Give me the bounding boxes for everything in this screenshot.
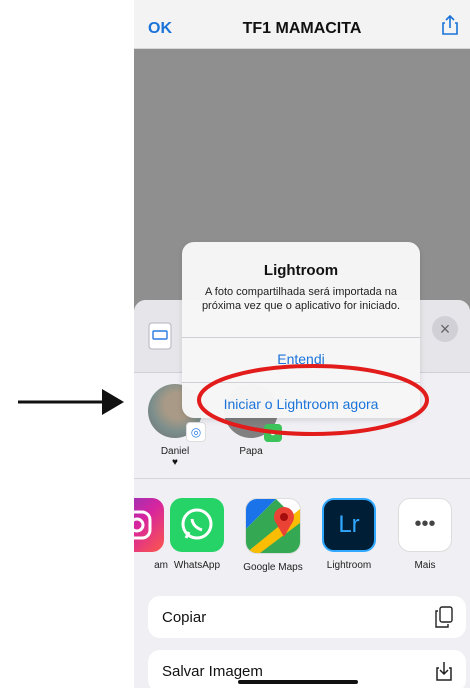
- google-maps-icon: [245, 498, 301, 554]
- app-whatsapp[interactable]: WhatsApp: [162, 498, 232, 571]
- annotation-highlight-ellipse: [197, 364, 429, 436]
- lightroom-icon: Lr: [322, 498, 376, 552]
- app-more[interactable]: ••• Mais: [390, 498, 460, 571]
- app-label: Google Maps: [243, 562, 303, 573]
- page-title: TF1 MAMACITA: [242, 20, 362, 37]
- phone-screen: OK TF1 MAMACITA × ◎ Daniel ♥ ● Papa am W…: [134, 0, 470, 688]
- lightroom-logo-text: Lr: [338, 511, 360, 538]
- copy-action[interactable]: Copiar: [148, 596, 466, 638]
- more-icon: •••: [398, 498, 452, 552]
- contact-name: Daniel: [160, 446, 190, 457]
- navigation-bar: OK TF1 MAMACITA: [134, 0, 470, 49]
- app-lightroom[interactable]: Lr Lightroom: [314, 498, 384, 571]
- whatsapp-icon: [170, 498, 224, 552]
- contact-name: Papa: [239, 446, 263, 457]
- app-label: WhatsApp: [173, 560, 221, 571]
- divider: [134, 478, 470, 479]
- document-icon: [148, 322, 172, 355]
- save-icon: [434, 660, 454, 687]
- divider: [182, 337, 420, 338]
- alert-title: Lightroom: [263, 262, 339, 279]
- close-icon[interactable]: ×: [432, 316, 458, 342]
- heart-emoji: ♥: [172, 457, 178, 468]
- app-google-maps[interactable]: Google Maps: [238, 498, 308, 573]
- alert-message: A foto compartilhada será importada na p…: [201, 286, 401, 312]
- home-indicator: [238, 680, 358, 684]
- instagram-icon: [134, 498, 164, 552]
- app-label: Mais: [414, 560, 436, 571]
- action-label: Salvar Imagem: [162, 663, 263, 680]
- copy-icon: [434, 606, 454, 633]
- app-label: Lightroom: [326, 560, 372, 571]
- share-icon[interactable]: [440, 14, 460, 41]
- action-label: Copiar: [162, 609, 207, 626]
- annotation-arrow-icon: [18, 389, 124, 415]
